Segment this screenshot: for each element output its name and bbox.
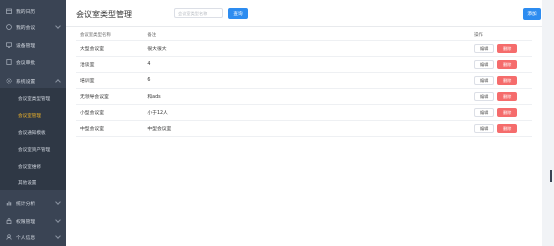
submenu-label: 会议通知模板 [18, 131, 46, 136]
chevron-down-icon [55, 23, 61, 29]
sidebar-item-label: 会议审批 [16, 60, 36, 66]
row-actions: 编辑 删除 [474, 108, 532, 117]
submenu-label: 其他设置 [18, 181, 37, 186]
sidebar-item-personal-info[interactable]: 个人信息 [0, 228, 66, 246]
delete-button[interactable]: 删除 [497, 124, 518, 133]
row-actions: 编辑 删除 [474, 60, 532, 69]
submenu-notice-template[interactable]: 会议通知模板 [0, 125, 66, 141]
right-edge-strip [542, 0, 554, 246]
submenu-room-type-management[interactable]: 会议室类型管理 [0, 91, 66, 107]
row-actions: 编辑 删除 [474, 92, 532, 101]
row-actions: 编辑 删除 [474, 44, 532, 53]
sidebar-item-device-management[interactable]: 设备管理 [0, 36, 66, 54]
sidebar-item-label: 统计分析 [16, 201, 36, 207]
sidebar-item-meeting-approval[interactable]: 会议审批 [0, 53, 66, 71]
chart-icon [6, 200, 12, 206]
submenu-label: 会议室管理 [18, 114, 41, 119]
table-row: 大型会议室 很大很大 编辑 删除 [76, 40, 532, 57]
meeting-icon [6, 24, 12, 30]
cell-note: 很大很大 [147, 40, 475, 57]
sidebar-item-statistics[interactable]: 统计分析 [0, 194, 66, 212]
sidebar-item-label: 我的日历 [16, 9, 36, 15]
submenu-room-assets[interactable]: 会议室资产管理 [0, 142, 66, 158]
cell-note: 小于12人 [147, 104, 475, 121]
cell-note: 4 [147, 56, 475, 73]
content-panel: 会议室类型名称 备注 操作 大型会议室 很大很大 编辑 删除 洽谈室 4 编辑 删除… [66, 26, 542, 246]
system-settings-submenu: 会议室类型管理 会议室管理 会议通知模板 会议室资产管理 会议室维修 其他设置 [0, 88, 66, 190]
add-button[interactable]: 添加 [523, 8, 541, 20]
sidebar-item-label: 我的会议 [16, 25, 36, 31]
cell-name: 大型会议室 [76, 40, 148, 57]
main-content: 会议室类型管理 会议室类型名称 查询 添加 会议室类型名称 备注 操作 大型会议… [66, 0, 542, 246]
edit-button[interactable]: 编辑 [474, 60, 495, 69]
cell-name: 洽谈室 [76, 56, 148, 73]
edit-button[interactable]: 编辑 [474, 44, 495, 53]
scroll-indicator[interactable] [550, 170, 552, 182]
chevron-down-icon [55, 199, 61, 205]
chevron-up-icon [55, 79, 61, 85]
cell-note: 和ads [147, 88, 475, 105]
lock-icon [6, 218, 12, 224]
delete-button[interactable]: 删除 [497, 92, 518, 101]
table-row: 培训室 6 编辑 删除 [76, 72, 532, 89]
delete-button[interactable]: 删除 [497, 108, 518, 117]
edit-button[interactable]: 编辑 [474, 124, 495, 133]
query-button[interactable]: 查询 [228, 8, 248, 19]
sidebar-item-label: 系统设置 [16, 79, 36, 85]
device-icon [6, 42, 12, 48]
column-header-actions: 操作 [474, 30, 532, 41]
chevron-down-icon [55, 217, 61, 223]
table-row: 中型会议室 中型会议室 编辑 删除 [76, 120, 532, 137]
submenu-label: 会议室类型管理 [18, 97, 51, 102]
row-actions: 编辑 删除 [474, 124, 532, 133]
edit-button[interactable]: 编辑 [474, 92, 495, 101]
calendar-icon [6, 8, 12, 14]
submenu-room-maintenance[interactable]: 会议室维修 [0, 159, 66, 175]
delete-button[interactable]: 删除 [497, 44, 518, 53]
table-row: 小型会议室 小于12人 编辑 删除 [76, 104, 532, 121]
table-row: 无领导会议室 和ads 编辑 删除 [76, 88, 532, 105]
cell-name: 无领导会议室 [76, 88, 148, 105]
table-row: 洽谈室 4 编辑 删除 [76, 56, 532, 73]
column-header-name: 会议室类型名称 [76, 30, 148, 41]
delete-button[interactable]: 删除 [497, 60, 518, 69]
cell-note: 中型会议室 [147, 120, 475, 137]
table-header-row: 会议室类型名称 备注 操作 [76, 30, 532, 41]
gear-icon [6, 78, 12, 84]
sidebar-item-label: 个人信息 [16, 235, 36, 241]
search-input[interactable] [174, 8, 223, 18]
sidebar: 我的日历 我的会议 设备管理 会议审批 系统设置 会议室类型管理 会议室管理 会… [0, 0, 66, 246]
sidebar-item-label: 权限管理 [16, 219, 36, 225]
approve-icon [6, 59, 12, 65]
column-header-note: 备注 [147, 30, 475, 41]
cell-name: 中型会议室 [76, 120, 148, 137]
cell-name: 小型会议室 [76, 104, 148, 121]
row-actions: 编辑 删除 [474, 76, 532, 85]
edit-button[interactable]: 编辑 [474, 108, 495, 117]
submenu-label: 会议室资产管理 [18, 148, 51, 153]
cell-name: 培训室 [76, 72, 148, 89]
sidebar-item-my-meetings[interactable]: 我的会议 [0, 18, 66, 36]
chevron-down-icon [55, 233, 61, 239]
divider [66, 26, 542, 27]
edit-button[interactable]: 编辑 [474, 76, 495, 85]
page-title: 会议室类型管理 [76, 10, 132, 19]
user-icon [6, 234, 12, 240]
submenu-other-settings[interactable]: 其他设置 [0, 175, 66, 191]
room-type-table: 会议室类型名称 备注 操作 大型会议室 很大很大 编辑 删除 洽谈室 4 编辑 删除… [76, 30, 532, 137]
delete-button[interactable]: 删除 [497, 76, 518, 85]
sidebar-item-label: 设备管理 [16, 43, 36, 49]
submenu-room-management[interactable]: 会议室管理 [0, 108, 66, 124]
submenu-label: 会议室维修 [18, 165, 41, 170]
cell-note: 6 [147, 72, 475, 89]
